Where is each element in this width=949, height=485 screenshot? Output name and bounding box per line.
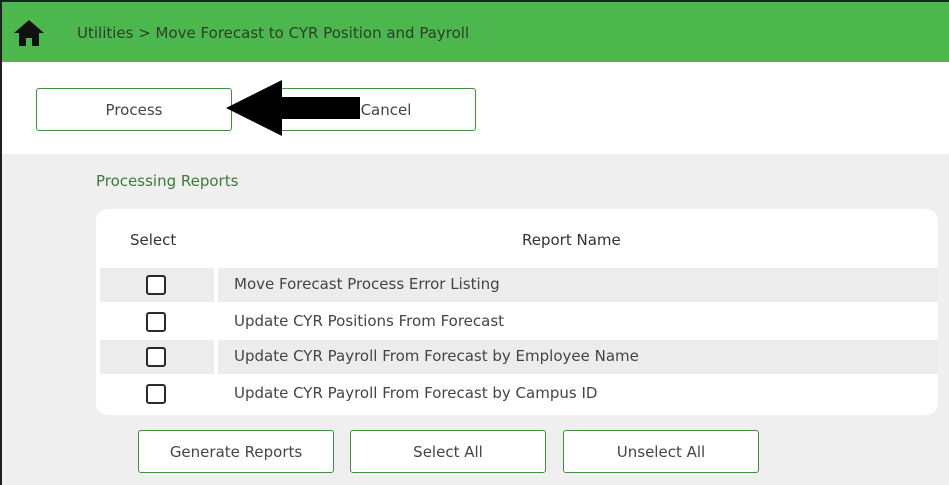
arrow-annotation (226, 80, 360, 136)
report-name: Move Forecast Process Error Listing (234, 275, 500, 293)
select-all-button[interactable]: Select All (350, 430, 546, 473)
report-checkbox[interactable] (146, 312, 166, 332)
table-row: Update CYR Payroll From Forecast by Empl… (100, 340, 938, 374)
process-button[interactable]: Process (36, 88, 232, 131)
home-icon[interactable] (12, 18, 46, 48)
generate-reports-button[interactable]: Generate Reports (138, 430, 334, 473)
table-row: Move Forecast Process Error Listing (100, 268, 938, 302)
report-name: Update CYR Positions From Forecast (234, 312, 505, 330)
report-checkbox[interactable] (146, 275, 166, 295)
section-title: Processing Reports (96, 172, 239, 190)
table-row: Update CYR Payroll From Forecast by Camp… (100, 377, 938, 411)
table-row: Update CYR Positions From Forecast (100, 305, 938, 339)
report-name: Update CYR Payroll From Forecast by Camp… (234, 384, 598, 402)
report-name: Update CYR Payroll From Forecast by Empl… (234, 347, 639, 365)
report-checkbox[interactable] (146, 384, 166, 404)
unselect-all-button[interactable]: Unselect All (563, 430, 759, 473)
column-header-report-name: Report Name (522, 231, 621, 249)
report-checkbox[interactable] (146, 347, 166, 367)
page-header: Utilities > Move Forecast to CYR Positio… (2, 2, 949, 62)
breadcrumb: Utilities > Move Forecast to CYR Positio… (77, 24, 470, 42)
column-header-select: Select (130, 231, 177, 249)
